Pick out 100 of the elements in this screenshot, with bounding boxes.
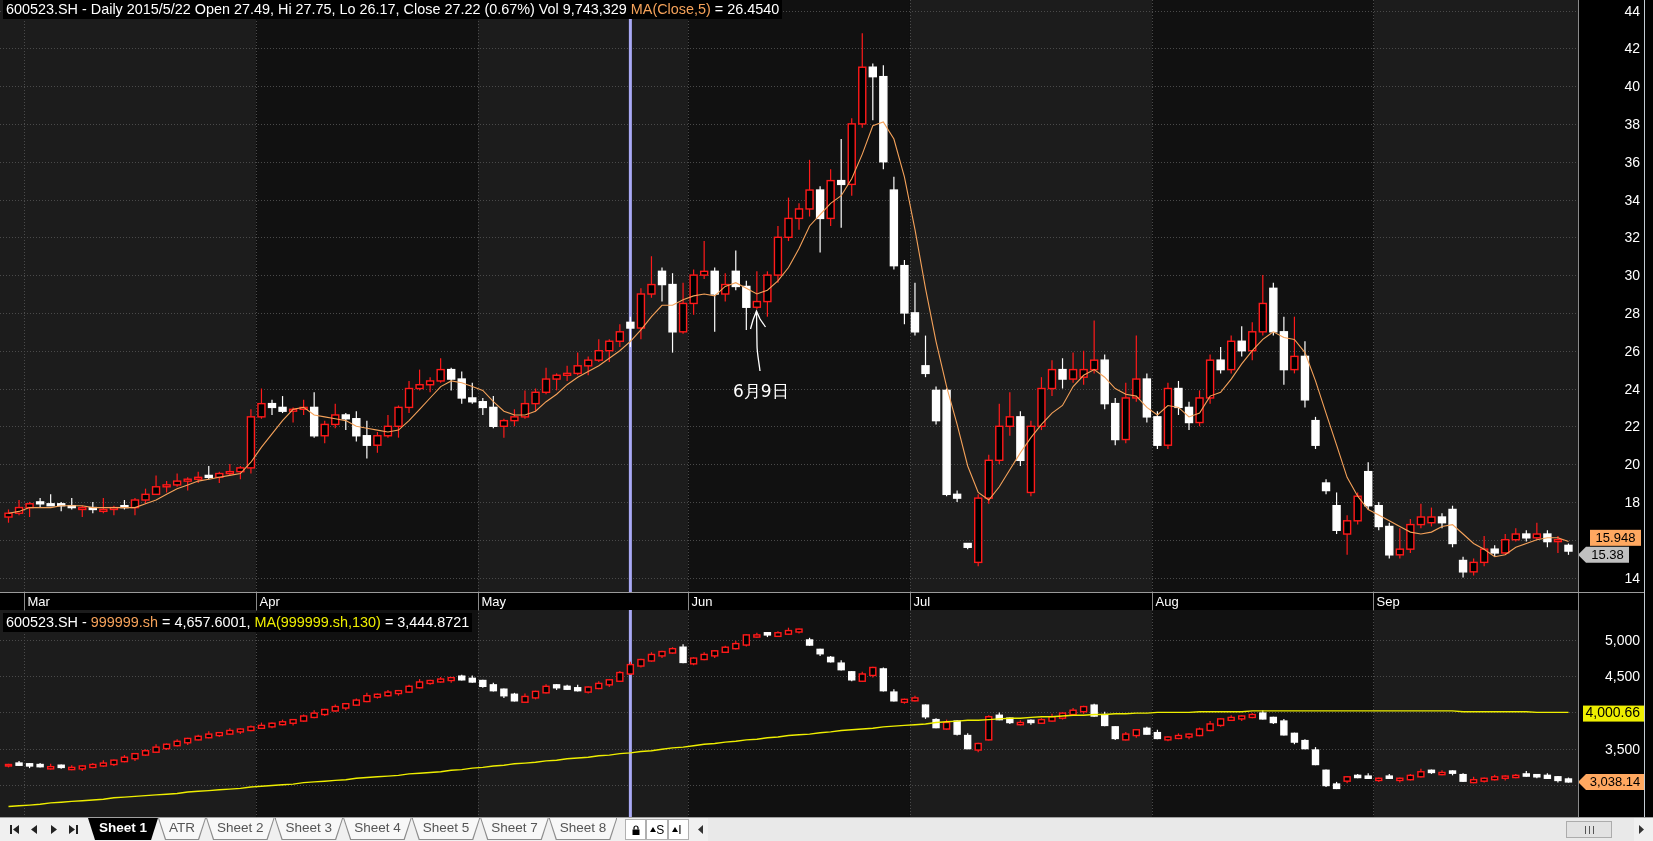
candlestick [446, 367, 456, 391]
horizontal-scrollbar[interactable] [708, 818, 1634, 841]
candlestick [647, 255, 656, 299]
candlestick [752, 270, 762, 310]
candlestick [1416, 503, 1426, 529]
annotation-arrow [749, 310, 767, 372]
candlestick [562, 365, 572, 382]
triangle-right-icon [1639, 825, 1644, 834]
candlestick [657, 266, 667, 303]
candlestick [373, 431, 382, 454]
skip-start-icon [9, 824, 19, 835]
axis-label: 4,500 [1604, 668, 1640, 685]
candlestick [910, 282, 920, 337]
candlestick [1005, 391, 1015, 437]
candlestick [921, 334, 930, 378]
candlestick [1248, 321, 1257, 361]
candlestick [489, 395, 498, 429]
candlestick [404, 380, 414, 414]
candlestick [35, 497, 45, 509]
month-label: Aug [1155, 594, 1179, 609]
candlestick [1342, 514, 1352, 556]
axis-label: 38 [1624, 115, 1640, 132]
candlestick [320, 420, 329, 444]
candlestick [1532, 522, 1542, 541]
candlestick [573, 352, 582, 376]
toggle-button[interactable]: I [668, 819, 690, 840]
candlestick [710, 266, 719, 333]
axis-label: 22 [1624, 418, 1640, 435]
sheet-tab[interactable]: Sheet 8 [548, 818, 618, 840]
candlestick [1479, 535, 1489, 567]
lock-icon [631, 824, 640, 835]
axis-label: 40 [1624, 78, 1640, 95]
triangle-left-icon [29, 824, 39, 835]
candlestick [1174, 380, 1183, 416]
month-label: Jul [913, 594, 931, 609]
candlestick [805, 159, 814, 218]
sheet-tab[interactable]: Sheet 4 [343, 818, 412, 840]
axis-label: 30 [1624, 267, 1640, 284]
price-tag: 3,038.14 [1578, 773, 1644, 790]
candlestick [468, 382, 477, 405]
price-tag: 4,000.66 [1583, 704, 1644, 722]
candlestick [362, 420, 372, 460]
axis-label: 28 [1624, 304, 1640, 321]
axis-label: 3,500 [1604, 740, 1640, 757]
candlestick [784, 197, 793, 242]
scroll-thumb[interactable] [1566, 821, 1612, 838]
sheet-tab[interactable]: Sheet 2 [206, 818, 275, 840]
candlestick [541, 367, 551, 395]
lock-button[interactable] [625, 819, 647, 840]
month-label: Sep [1376, 594, 1400, 609]
candlestick [699, 240, 709, 280]
grip-icon [1584, 825, 1594, 834]
sheet-tab[interactable]: Sheet 1 [88, 818, 159, 840]
candlestick [1079, 350, 1088, 386]
candlestick [1216, 346, 1225, 374]
axis-label: 32 [1624, 229, 1640, 246]
toggle-button[interactable]: S [646, 819, 669, 840]
candlestick [394, 404, 403, 439]
axis-label: 44 [1624, 2, 1640, 19]
candlestick [584, 355, 593, 376]
candlestick [415, 369, 424, 391]
candlestick [267, 399, 277, 416]
price-tag: 15.38 [1578, 546, 1629, 563]
skip-end-icon [69, 824, 79, 835]
month-label: Apr [259, 594, 280, 609]
candlestick [868, 62, 878, 121]
candlestick [151, 474, 161, 496]
sheet-tab[interactable]: Sheet 7 [480, 818, 549, 840]
sheet-tab[interactable]: Sheet 5 [411, 818, 481, 840]
candlestick [1458, 556, 1468, 579]
candlestick [836, 138, 846, 229]
axis-label: 36 [1624, 153, 1640, 170]
candlestick [531, 387, 540, 412]
candlestick [594, 338, 603, 363]
candlestick [985, 714, 993, 742]
sheet-tab[interactable]: ATR [158, 818, 207, 840]
axis-label: 20 [1624, 456, 1640, 473]
candlestick [352, 410, 361, 443]
price-tag: 15.948 [1590, 529, 1641, 546]
candlestick [499, 418, 509, 439]
axis-label: 24 [1624, 380, 1640, 397]
candlestick [1427, 506, 1436, 528]
candlestick [1237, 325, 1246, 357]
candlestick [257, 387, 266, 420]
triangle-left-icon [698, 825, 704, 834]
sheet-tab[interactable]: Sheet 3 [274, 818, 344, 840]
triangle-right-icon [49, 824, 59, 835]
candlestick [457, 370, 466, 405]
axis-label: 5,000 [1604, 631, 1640, 648]
candlestick [1047, 359, 1057, 397]
candlestick [742, 280, 751, 331]
candlestick [436, 357, 445, 384]
candlestick [1395, 527, 1405, 560]
candlestick [626, 316, 635, 348]
month-label: Jun [691, 594, 713, 609]
candlestick [1089, 319, 1099, 374]
axis-label: 34 [1624, 191, 1640, 208]
month-label: Mar [27, 594, 50, 609]
chart-legend: 600523.SH - Daily 2015/5/22 Open 27.49, Hi 27.75, Lo 26.17, Close 27.22 (0.67%) Vol 9,743,329 MA(Close,5) = 26.4540 [3, 0, 783, 19]
axis-label: 42 [1624, 40, 1640, 57]
